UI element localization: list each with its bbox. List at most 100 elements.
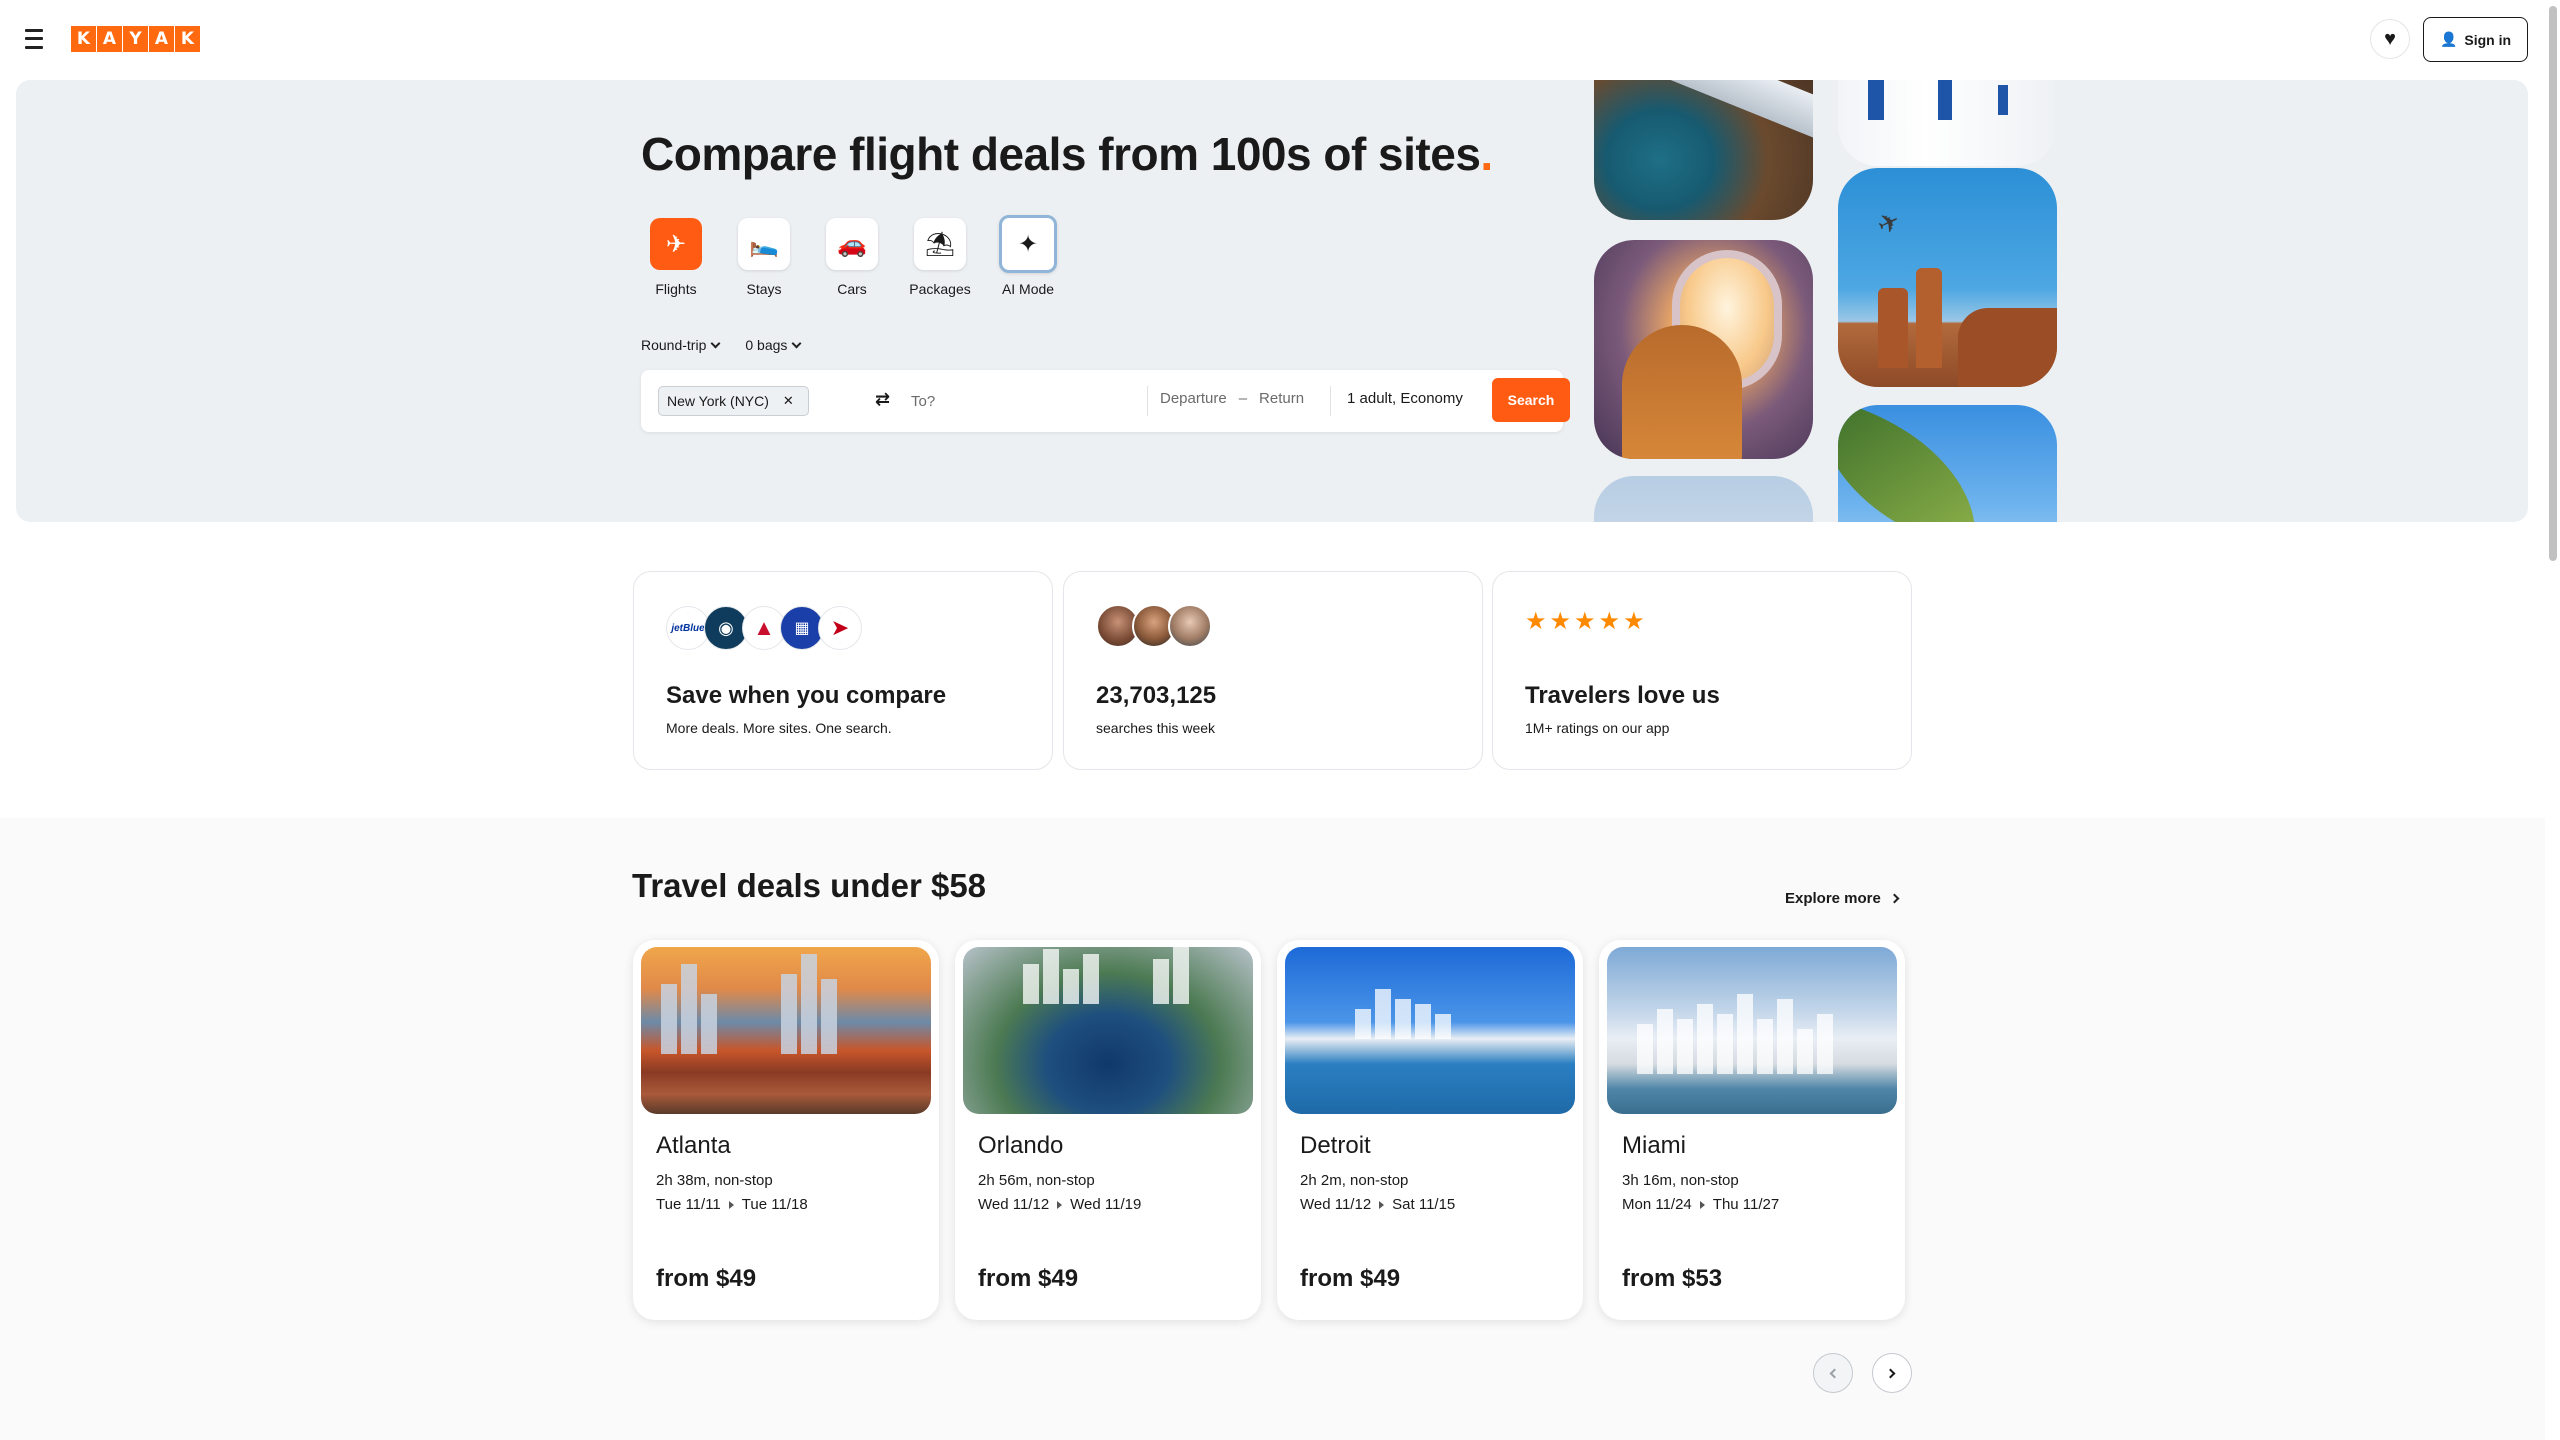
deal-city: Atlanta (656, 1132, 731, 1159)
tab-label: Cars (837, 281, 867, 297)
tab-ai-mode[interactable]: ✦ AI Mode (999, 215, 1057, 297)
stat-title: Travelers love us (1525, 682, 1720, 709)
star-icon: ★ (1574, 608, 1596, 635)
sparkle-icon: ✦ (999, 215, 1057, 273)
deal-depart: Wed 11/12 (978, 1196, 1050, 1213)
flight-search-form: New York (NYC) ✕ ⇄ Departure – Return 1 … (641, 370, 1570, 432)
logo-letter: Y (123, 26, 148, 52)
deal-return: Tue 11/18 (741, 1196, 808, 1213)
logo-letter: A (149, 26, 174, 52)
hero-photo-palm (1838, 405, 2057, 522)
car-icon: 🚗 (826, 218, 878, 270)
person-icon: 👤 (2439, 31, 2458, 47)
deal-duration: 2h 56m, non-stop (978, 1172, 1095, 1189)
stat-subtitle: searches this week (1096, 720, 1216, 736)
deal-card[interactable]: Miami 3h 16m, non-stop Mon 11/24 Thu 11/… (1599, 940, 1905, 1320)
tab-flights[interactable]: ✈ Flights (650, 218, 702, 297)
deal-depart: Mon 11/24 (1622, 1196, 1692, 1213)
deal-city: Detroit (1300, 1132, 1371, 1159)
tab-label: Packages (909, 281, 971, 297)
departure-field[interactable]: Departure (1160, 390, 1227, 407)
deal-card[interactable]: Atlanta 2h 38m, non-stop Tue 11/11 Tue 1… (633, 940, 939, 1320)
deal-dates: Wed 11/12 Sat 11/15 (1300, 1196, 1455, 1213)
bags-dropdown[interactable]: 0 bags (745, 337, 802, 353)
top-navigation: K A Y A K ♥ 👤 Sign in (0, 0, 2545, 80)
deal-return: Sat 11/15 (1392, 1196, 1456, 1213)
deal-price: from $49 (656, 1265, 757, 1292)
trips-heart-button[interactable]: ♥ (2370, 19, 2410, 59)
airline-logos: jetBlue ◉ ▲ ▦ ➤ (666, 606, 862, 650)
deal-card[interactable]: Orlando 2h 56m, non-stop Wed 11/12 Wed 1… (955, 940, 1261, 1320)
chevron-down-icon (791, 338, 802, 348)
stat-card-compare: jetBlue ◉ ▲ ▦ ➤ Save when you compare Mo… (633, 571, 1053, 770)
title-dot: . (1480, 128, 1493, 180)
menu-icon[interactable] (20, 26, 48, 52)
search-button[interactable]: Search (1492, 378, 1570, 422)
star-icon: ★ (1549, 608, 1572, 635)
kayak-logo[interactable]: K A Y A K (71, 26, 200, 52)
deal-dates: Tue 11/11 Tue 11/18 (656, 1196, 808, 1213)
deal-dates: Mon 11/24 Thu 11/27 (1622, 1196, 1779, 1213)
stat-card-searches: 23,703,125 searches this week (1063, 571, 1483, 770)
deals-section (0, 818, 2545, 1440)
rating-stars: ★ ★ ★ ★ ★ (1525, 610, 1645, 634)
return-field[interactable]: Return (1259, 390, 1304, 407)
tab-packages[interactable]: ⛱ Packages (909, 218, 971, 297)
trip-options: Round-trip 0 bags (641, 337, 802, 353)
bed-icon: 🛌 (738, 218, 790, 270)
deal-photo-miami (1607, 947, 1897, 1114)
date-separator: – (1238, 390, 1248, 407)
star-icon: ★ (1525, 608, 1547, 635)
destination-input[interactable] (911, 384, 1121, 418)
traveler-avatars (1096, 604, 1212, 648)
logo-letter: K (71, 26, 96, 52)
travelers-selector[interactable]: 1 adult, Economy (1347, 390, 1463, 407)
close-icon[interactable]: ✕ (783, 393, 794, 409)
logo-letter: K (175, 26, 200, 52)
stat-subtitle: 1M+ ratings on our app (1525, 720, 1670, 736)
deal-card[interactable]: Detroit 2h 2m, non-stop Wed 11/12 Sat 11… (1277, 940, 1583, 1320)
divider (1147, 386, 1148, 416)
deal-duration: 3h 16m, non-stop (1622, 1172, 1739, 1189)
bags-value: 0 bags (745, 337, 788, 353)
divider (1330, 386, 1331, 416)
tab-cars[interactable]: 🚗 Cars (826, 218, 878, 297)
date-picker[interactable]: Departure – Return (1160, 390, 1304, 407)
stat-card-ratings: ★ ★ ★ ★ ★ Travelers love us 1M+ ratings … (1492, 571, 1912, 770)
tab-label: AI Mode (1001, 281, 1055, 297)
chevron-right-icon (1885, 1368, 1896, 1378)
origin-chip[interactable]: New York (NYC) ✕ (658, 386, 809, 416)
deal-return: Thu 11/27 (1712, 1196, 1780, 1213)
deal-photo-orlando (963, 947, 1253, 1114)
american-logo: ➤ (818, 606, 862, 650)
carousel-next-button[interactable] (1872, 1353, 1912, 1393)
carousel-prev-button[interactable] (1813, 1353, 1853, 1393)
star-icon: ★ (1598, 608, 1621, 635)
origin-value: New York (NYC) (667, 393, 769, 409)
arrow-right-icon (1057, 1200, 1063, 1209)
page-title: Compare flight deals from 100s of sites. (641, 127, 1493, 181)
deal-photo-atlanta (641, 947, 931, 1114)
deal-city: Miami (1622, 1132, 1686, 1159)
scrollbar-thumb[interactable] (2549, 6, 2557, 561)
tab-label: Flights (655, 281, 697, 297)
stat-title: Save when you compare (666, 682, 947, 709)
deal-return: Wed 11/19 (1070, 1196, 1142, 1213)
explore-more-link[interactable]: Explore more (1785, 890, 1900, 907)
trip-type-value: Round-trip (641, 337, 707, 353)
arrow-right-icon (1699, 1200, 1705, 1209)
deal-price: from $49 (978, 1265, 1079, 1292)
deal-duration: 2h 38m, non-stop (656, 1172, 773, 1189)
swap-icon[interactable]: ⇄ (875, 389, 890, 410)
tab-stays[interactable]: 🛌 Stays (738, 218, 790, 297)
tab-label: Stays (746, 281, 782, 297)
hero-photo-street (1838, 80, 2057, 166)
page-title-text: Compare flight deals from 100s of sites (641, 128, 1481, 180)
hero-photo-wing (1594, 80, 1813, 220)
umbrella-icon: ⛱ (914, 218, 966, 270)
chevron-down-icon (710, 338, 721, 348)
trip-type-dropdown[interactable]: Round-trip (641, 337, 721, 353)
sign-in-button[interactable]: 👤 Sign in (2423, 17, 2528, 62)
star-icon: ★ (1623, 608, 1645, 635)
stat-subtitle: More deals. More sites. One search. (666, 720, 892, 736)
